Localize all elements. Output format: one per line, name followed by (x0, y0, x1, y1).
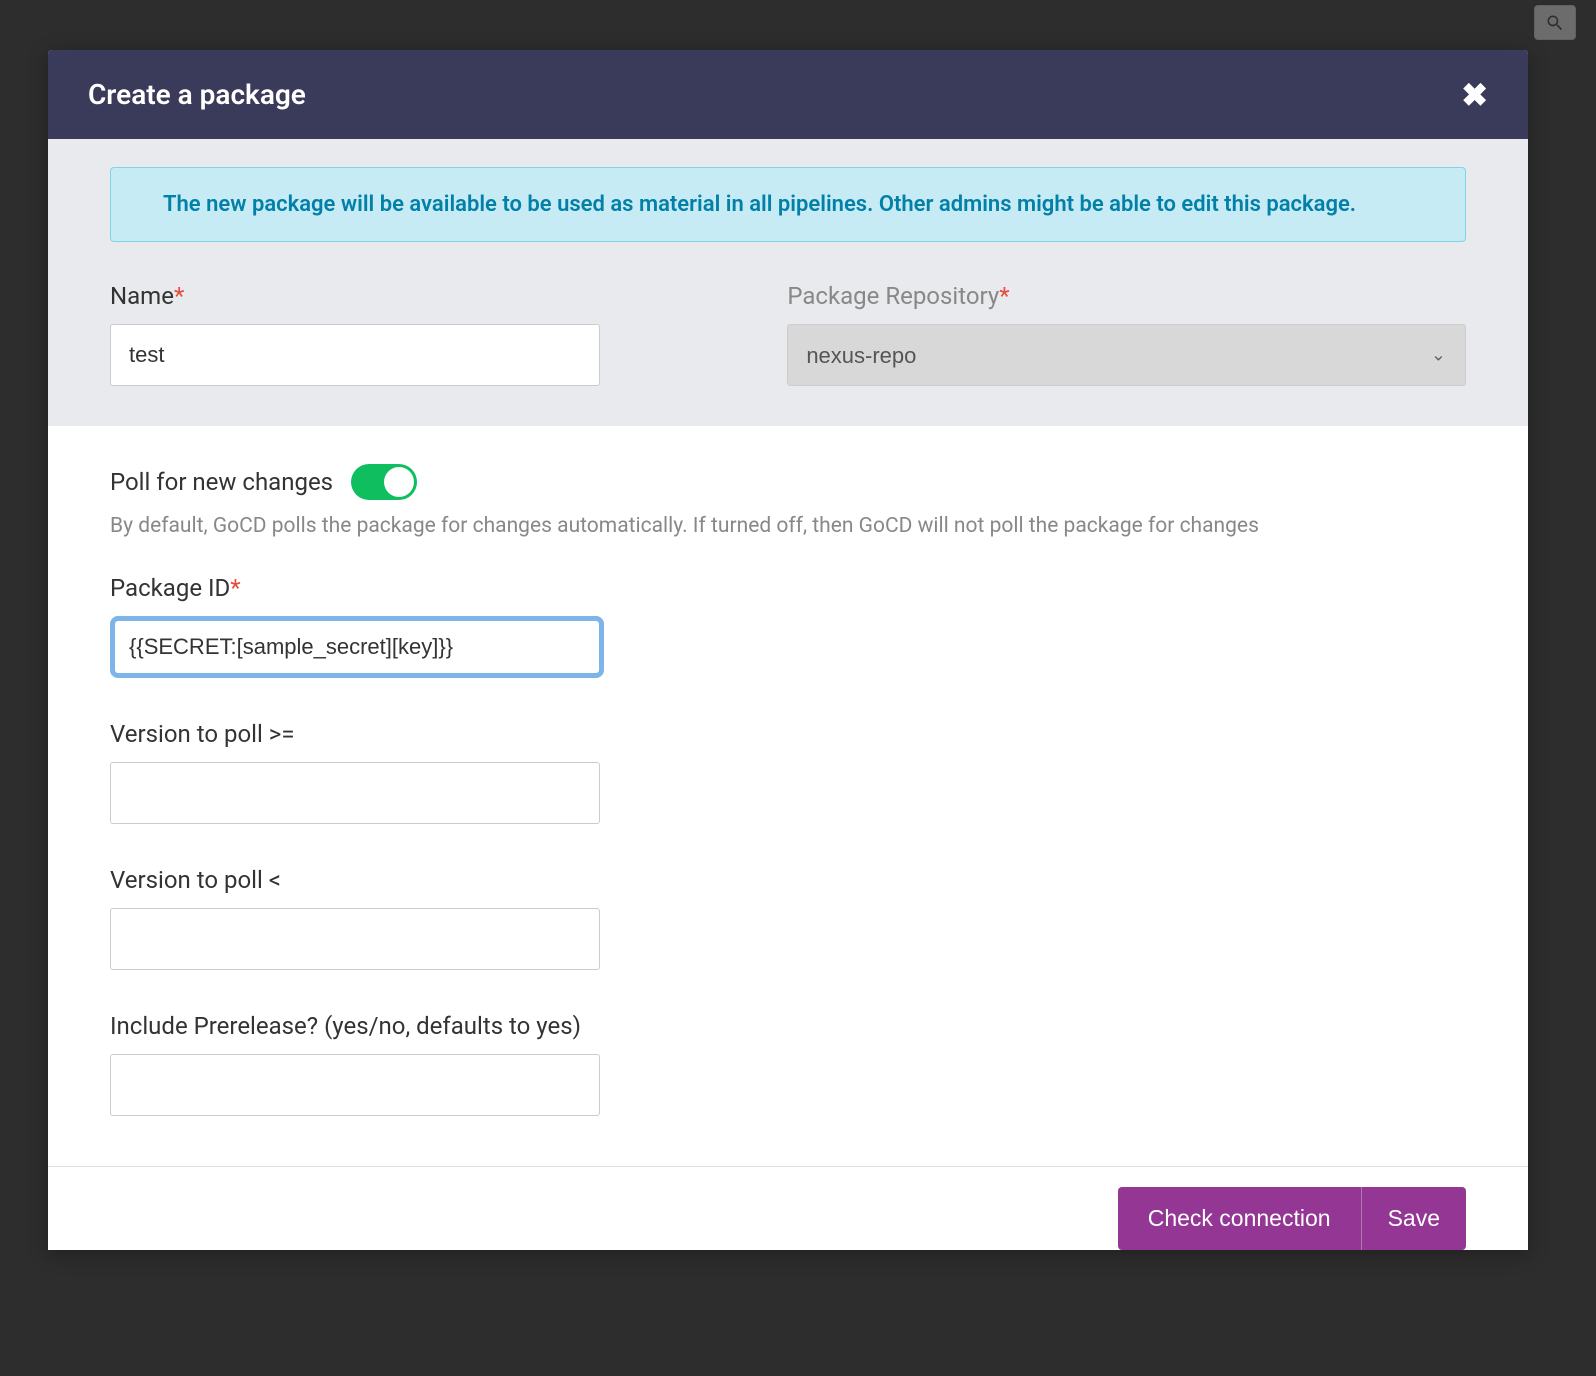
repo-label: Package Repository* (787, 282, 1466, 310)
form-row: Name* Package Repository* nexus-repo ⌄ (110, 282, 1466, 386)
repo-field-group: Package Repository* nexus-repo ⌄ (787, 282, 1466, 386)
repo-select[interactable]: nexus-repo (787, 324, 1466, 386)
package-id-label: Package ID* (110, 574, 1466, 602)
version-gte-input[interactable] (110, 762, 600, 824)
button-group: Check connection Save (1118, 1187, 1466, 1250)
name-label: Name* (110, 282, 747, 310)
upper-form-section: The new package will be available to be … (48, 139, 1528, 426)
package-id-input[interactable] (110, 616, 604, 678)
version-lt-input[interactable] (110, 908, 600, 970)
top-bar (0, 0, 1596, 50)
close-icon[interactable]: ✖ (1461, 79, 1488, 111)
poll-toggle[interactable] (351, 464, 417, 500)
lower-form-section: Poll for new changes By default, GoCD po… (48, 426, 1528, 1166)
repo-label-text: Package Repository (787, 282, 999, 310)
prerelease-label: Include Prerelease? (yes/no, defaults to… (110, 1012, 1466, 1040)
repo-select-wrap: nexus-repo ⌄ (787, 324, 1466, 386)
check-connection-button[interactable]: Check connection (1118, 1187, 1362, 1250)
poll-label: Poll for new changes (110, 468, 333, 496)
poll-help-text: By default, GoCD polls the package for c… (110, 514, 1466, 538)
modal-header: Create a package ✖ (48, 50, 1528, 139)
info-banner: The new package will be available to be … (110, 167, 1466, 242)
version-lt-label: Version to poll < (110, 866, 1466, 894)
save-button[interactable]: Save (1362, 1187, 1466, 1250)
toggle-knob (384, 467, 414, 497)
name-field-group: Name* (110, 282, 747, 386)
search-icon (1545, 13, 1565, 33)
required-asterisk: * (230, 574, 240, 602)
version-lt-group: Version to poll < (110, 866, 1466, 970)
name-label-text: Name (110, 282, 174, 310)
create-package-modal: Create a package ✖ The new package will … (48, 50, 1528, 1250)
modal-footer: Check connection Save (48, 1166, 1528, 1250)
package-id-group: Package ID* (110, 574, 1466, 678)
modal-title: Create a package (88, 78, 306, 111)
required-asterisk: * (999, 282, 1009, 310)
poll-toggle-row: Poll for new changes (110, 464, 1466, 500)
name-input[interactable] (110, 324, 600, 386)
prerelease-input[interactable] (110, 1054, 600, 1116)
version-gte-group: Version to poll >= (110, 720, 1466, 824)
required-asterisk: * (174, 282, 184, 310)
version-gte-label: Version to poll >= (110, 720, 1466, 748)
prerelease-group: Include Prerelease? (yes/no, defaults to… (110, 1012, 1466, 1116)
search-box[interactable] (1534, 5, 1576, 40)
package-id-label-text: Package ID (110, 574, 230, 602)
